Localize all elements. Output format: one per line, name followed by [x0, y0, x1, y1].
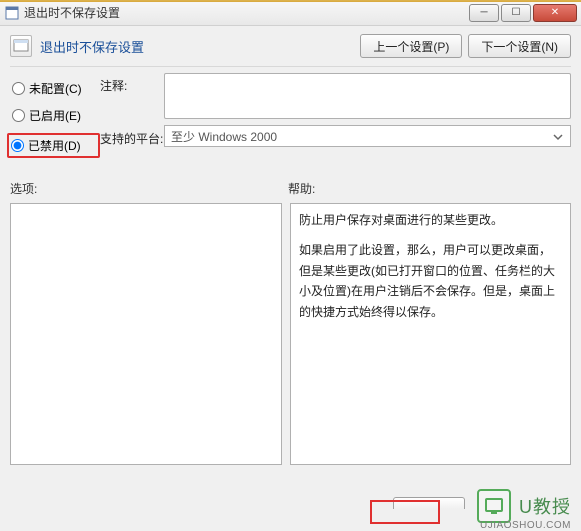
options-panel[interactable]	[10, 203, 282, 465]
radio-disabled-label: 已禁用(D)	[28, 137, 81, 154]
radio-not-configured[interactable]: 未配置(C)	[10, 79, 100, 98]
platform-row: 支持的平台: 至少 Windows 2000	[100, 125, 571, 147]
chevron-down-icon	[550, 129, 566, 145]
close-button[interactable]: ✕	[533, 4, 577, 22]
supported-platforms-select[interactable]: 至少 Windows 2000	[164, 125, 571, 147]
radio-not-configured-label: 未配置(C)	[29, 80, 82, 97]
help-heading: 帮助:	[288, 180, 571, 197]
platform-label: 支持的平台:	[100, 126, 164, 147]
panels: 防止用户保存对桌面进行的某些更改。 如果启用了此设置，那么，用户可以更改桌面，但…	[0, 199, 581, 475]
window-controls: ─ ☐ ✕	[467, 4, 577, 22]
window-top-accent	[0, 0, 581, 2]
page-title: 退出时不保存设置	[40, 37, 354, 56]
previous-setting-button[interactable]: 上一个设置(P)	[360, 34, 462, 58]
watermark-url: UJIAOSHOU.COM	[480, 520, 571, 531]
comment-textarea[interactable]	[164, 73, 571, 119]
radio-enabled-input[interactable]	[12, 109, 25, 122]
watermark-brand: U教授	[519, 493, 571, 519]
radio-enabled[interactable]: 已启用(E)	[10, 106, 100, 125]
highlight-frame-bottom	[370, 500, 440, 524]
app-icon	[4, 5, 20, 21]
panels-header: 选项: 帮助:	[0, 166, 581, 199]
radio-column: 未配置(C) 已启用(E) 已禁用(D)	[10, 73, 100, 166]
next-setting-button[interactable]: 下一个设置(N)	[468, 34, 571, 58]
minimize-button[interactable]: ─	[469, 4, 499, 22]
help-paragraph-1: 防止用户保存对桌面进行的某些更改。	[299, 210, 562, 230]
comment-label: 注释:	[100, 73, 164, 94]
config-area: 未配置(C) 已启用(E) 已禁用(D) 注释: 支持的平台: 至少 Windo…	[0, 73, 581, 166]
radio-disabled-input[interactable]	[11, 139, 24, 152]
form-column: 注释: 支持的平台: 至少 Windows 2000	[100, 73, 571, 166]
maximize-button[interactable]: ☐	[501, 4, 531, 22]
titlebar: 退出时不保存设置 ─ ☐ ✕	[0, 0, 581, 26]
watermark: U教授	[477, 489, 571, 523]
window-title: 退出时不保存设置	[24, 4, 467, 21]
options-heading: 选项:	[10, 180, 288, 197]
radio-disabled[interactable]: 已禁用(D)	[7, 133, 100, 158]
help-panel[interactable]: 防止用户保存对桌面进行的某些更改。 如果启用了此设置，那么，用户可以更改桌面，但…	[290, 203, 571, 465]
divider	[10, 66, 571, 67]
radio-enabled-label: 已启用(E)	[29, 107, 81, 124]
supported-platforms-value: 至少 Windows 2000	[171, 128, 277, 145]
help-paragraph-2: 如果启用了此设置，那么，用户可以更改桌面，但是某些更改(如已打开窗口的位置、任务…	[299, 240, 562, 322]
watermark-badge-icon	[477, 489, 511, 523]
policy-icon	[10, 35, 32, 57]
radio-not-configured-input[interactable]	[12, 82, 25, 95]
comment-row: 注释:	[100, 73, 571, 119]
header-row: 退出时不保存设置 上一个设置(P) 下一个设置(N)	[0, 26, 581, 62]
